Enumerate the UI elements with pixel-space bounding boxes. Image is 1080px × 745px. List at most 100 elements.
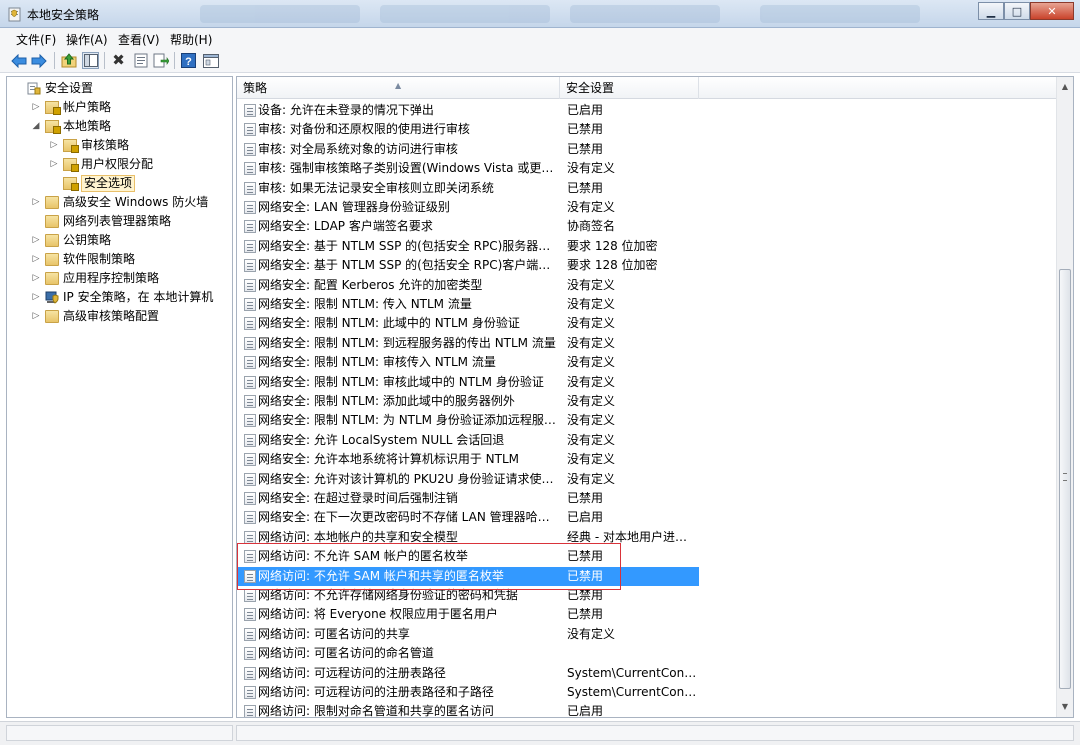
policy-name: 网络访问: 本地帐户的共享和安全模型	[258, 530, 458, 544]
folder-icon	[45, 234, 59, 247]
policy-name: 网络安全: 限制 NTLM: 为 NTLM 身份验证添加远程服务器...	[258, 413, 560, 427]
window-controls: ▁ □ ✕	[978, 2, 1074, 20]
column-header-setting[interactable]: 安全设置	[560, 77, 699, 99]
policy-item-icon	[244, 162, 256, 175]
policy-item-icon	[244, 414, 256, 427]
column-header-policy[interactable]: 策略 ▲	[237, 77, 560, 99]
policy-item-icon	[244, 298, 256, 311]
tree-item-label: 高级安全 Windows 防火墙	[63, 195, 209, 209]
window-title: 本地安全策略	[27, 8, 100, 22]
forward-arrow-icon[interactable]	[30, 52, 47, 69]
scroll-up-arrow-icon[interactable]: ▲	[1057, 79, 1073, 95]
policy-item-icon	[244, 337, 256, 350]
policy-name: 网络访问: 不允许存储网络身份验证的密码和凭据	[258, 588, 518, 602]
policy-item-icon	[244, 182, 256, 195]
menu-help[interactable]: 帮助(H)	[170, 31, 212, 48]
menu-action[interactable]: 操作(A)	[66, 31, 108, 48]
policy-item-icon	[244, 395, 256, 408]
properties-icon[interactable]	[132, 52, 149, 69]
security-setting-value: 没有定义	[567, 472, 616, 486]
table-row[interactable]: 网络访问: 不允许 SAM 帐户和共享的匿名枚举 已禁用	[237, 567, 699, 586]
policy-item-icon	[244, 220, 256, 233]
menu-file[interactable]: 文件(F)	[16, 31, 56, 48]
tree-item-label: 高级审核策略配置	[63, 309, 160, 323]
collapsed-arrow-icon[interactable]: ▷	[31, 288, 41, 307]
collapsed-arrow-icon[interactable]: ▷	[31, 98, 41, 117]
policy-name: 网络访问: 限制对命名管道和共享的匿名访问	[258, 704, 494, 718]
security-setting-value: 没有定义	[567, 375, 616, 389]
expanded-arrow-icon[interactable]: ◢	[31, 117, 41, 136]
security-setting-value: 没有定义	[567, 394, 616, 408]
tree-item-label: 网络列表管理器策略	[63, 214, 172, 228]
policy-name: 网络安全: 在下一次更改密码时不存储 LAN 管理器哈希值	[258, 510, 560, 524]
export-list-icon[interactable]	[152, 52, 169, 69]
scroll-down-arrow-icon[interactable]: ▼	[1057, 699, 1073, 715]
policy-name: 网络安全: LDAP 客户端签名要求	[258, 219, 433, 233]
policy-name: 网络安全: 允许 LocalSystem NULL 会话回退	[258, 433, 505, 447]
security-setting-value: 没有定义	[567, 355, 616, 369]
security-settings-icon	[27, 82, 41, 95]
policy-item-icon	[244, 434, 256, 447]
policy-item-icon	[244, 667, 256, 680]
toolbar-separator	[54, 52, 55, 69]
column-header-setting-label: 安全设置	[566, 81, 615, 95]
collapsed-arrow-icon[interactable]: ▷	[49, 155, 59, 174]
security-setting-value: 没有定义	[567, 336, 616, 350]
scrollbar-thumb[interactable]	[1059, 269, 1071, 689]
policy-list: 策略 ▲ 安全设置 设备: 允许在未登录的情况下弹出 已启用 审核: 对备份和还原权…	[236, 76, 1074, 718]
security-setting-value: 没有定义	[567, 452, 616, 466]
tree-item-label: 帐户策略	[63, 100, 112, 114]
maximize-button[interactable]: □	[1004, 2, 1030, 20]
collapsed-arrow-icon[interactable]: ▷	[31, 231, 41, 250]
security-setting-value: 经典 - 对本地用户进行...	[567, 530, 697, 544]
folder-icon	[45, 310, 59, 323]
collapsed-arrow-icon[interactable]: ▷	[49, 136, 59, 155]
policy-item-icon	[244, 473, 256, 486]
tree-item-label: 用户权限分配	[81, 157, 154, 171]
policy-name: 网络安全: 限制 NTLM: 审核此域中的 NTLM 身份验证	[258, 375, 544, 389]
security-setting-value: 已禁用	[567, 549, 604, 563]
close-button[interactable]: ✕	[1030, 2, 1074, 20]
vertical-scrollbar[interactable]: ▲ ▼	[1056, 77, 1073, 717]
security-setting-value: 已禁用	[567, 122, 604, 136]
status-bar	[0, 721, 1080, 745]
menu-view[interactable]: 查看(V)	[118, 31, 160, 48]
toolbar-separator	[174, 52, 175, 69]
policy-name: 网络安全: 限制 NTLM: 审核传入 NTLM 流量	[258, 355, 496, 369]
back-arrow-icon[interactable]	[10, 52, 27, 69]
show-hide-tree-icon[interactable]	[82, 52, 99, 69]
policy-name: 审核: 强制审核策略子类别设置(Windows Vista 或更高版本...	[258, 161, 560, 175]
policy-item-icon	[244, 123, 256, 136]
policy-name: 审核: 如果无法记录安全审核则立即关闭系统	[258, 181, 494, 195]
policy-item-icon	[244, 608, 256, 621]
tree-item-label: 公钥策略	[63, 233, 112, 247]
scrollbar-grip-icon	[1063, 473, 1067, 481]
policy-item-icon	[244, 259, 256, 272]
status-segment-right	[236, 725, 1074, 741]
policy-name: 审核: 对全局系统对象的访问进行审核	[258, 142, 458, 156]
collapsed-arrow-icon[interactable]: ▷	[31, 307, 41, 326]
policy-item-icon	[244, 705, 256, 717]
minimize-button[interactable]: ▁	[978, 2, 1004, 20]
policy-item-icon	[244, 647, 256, 660]
policy-item-icon	[244, 376, 256, 389]
security-setting-value: 没有定义	[567, 316, 616, 330]
tree-item-label: 应用程序控制策略	[63, 271, 160, 285]
security-setting-value: 已禁用	[567, 142, 604, 156]
policy-item-icon	[244, 570, 256, 583]
collapsed-arrow-icon[interactable]: ▷	[31, 193, 41, 212]
security-setting-value: 要求 128 位加密	[567, 258, 658, 272]
collapsed-arrow-icon[interactable]: ▷	[31, 250, 41, 269]
up-folder-icon[interactable]	[60, 52, 77, 69]
folder-lock-icon	[45, 120, 61, 134]
security-setting-value: 已启用	[567, 704, 604, 718]
security-setting-value: 已禁用	[567, 569, 604, 583]
mmc-view-icon[interactable]	[202, 52, 219, 69]
toolbar-separator	[104, 52, 105, 69]
collapsed-arrow-icon[interactable]: ▷	[31, 269, 41, 288]
list-header: 策略 ▲ 安全设置	[237, 77, 1058, 99]
policy-item-icon	[244, 531, 256, 544]
delete-icon[interactable]: ✖	[110, 52, 127, 69]
help-icon[interactable]: ?	[180, 52, 197, 69]
column-header-policy-label: 策略	[243, 81, 268, 95]
